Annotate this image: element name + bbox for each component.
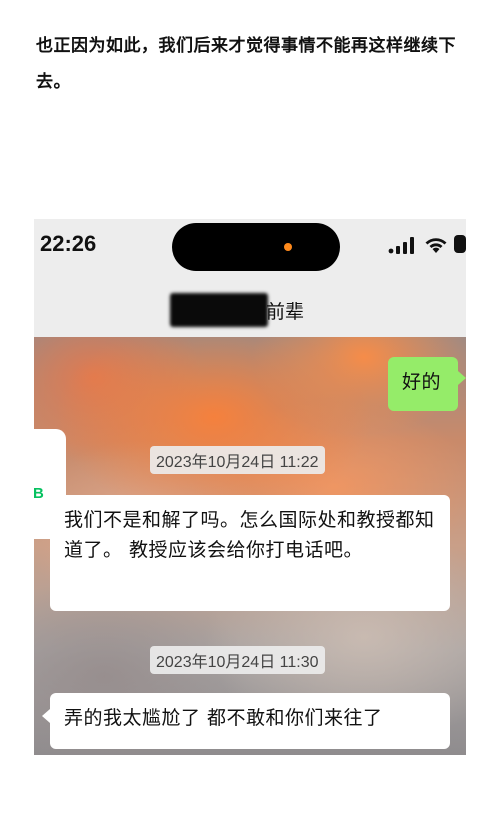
- message-timestamp: 2023年10月24日 11:22: [150, 446, 325, 474]
- cellular-signal-icon: [388, 237, 414, 254]
- message-bubble-incoming[interactable]: 弄的我太尴尬了 都不敢和你们来往了: [42, 693, 450, 749]
- status-icons: [388, 234, 466, 254]
- message-text: 弄的我太尴尬了 都不敢和你们来往了: [64, 707, 383, 729]
- chat-header: 前辈: [34, 275, 466, 337]
- battery-icon: [454, 235, 466, 253]
- message-timestamp: 2023年10月24日 11:30: [150, 646, 325, 674]
- chat-background: B 好的 2023年10月24日 11:22 我们不是和解了吗。怎么国际处和教授…: [34, 337, 466, 755]
- phone-screenshot: 22:26 前辈 B 好的 2023年10月24日 11:22 我们不是和解了吗…: [34, 219, 466, 755]
- status-bar: 22:26: [34, 219, 466, 275]
- dynamic-island: [172, 223, 340, 271]
- article-paragraph: 也正因为如此，我们后来才觉得事情不能再这样继续下去。: [36, 36, 456, 92]
- overlay-letter: B: [34, 485, 44, 502]
- message-bubble-outgoing[interactable]: 好的: [388, 357, 466, 411]
- message-text: 好的: [402, 371, 442, 393]
- wifi-icon: [425, 238, 447, 253]
- message-bubble-incoming[interactable]: 我们不是和解了吗。怎么国际处和教授都知道了。 教授应该会给你打电话吧。: [42, 495, 450, 611]
- message-text: 我们不是和解了吗。怎么国际处和教授都知道了。 教授应该会给你打电话吧。: [64, 509, 435, 561]
- privacy-indicator-dot: [284, 243, 292, 251]
- contact-name[interactable]: 前辈: [266, 297, 304, 324]
- redacted-name-block: [170, 293, 268, 327]
- status-time: 22:26: [40, 231, 97, 256]
